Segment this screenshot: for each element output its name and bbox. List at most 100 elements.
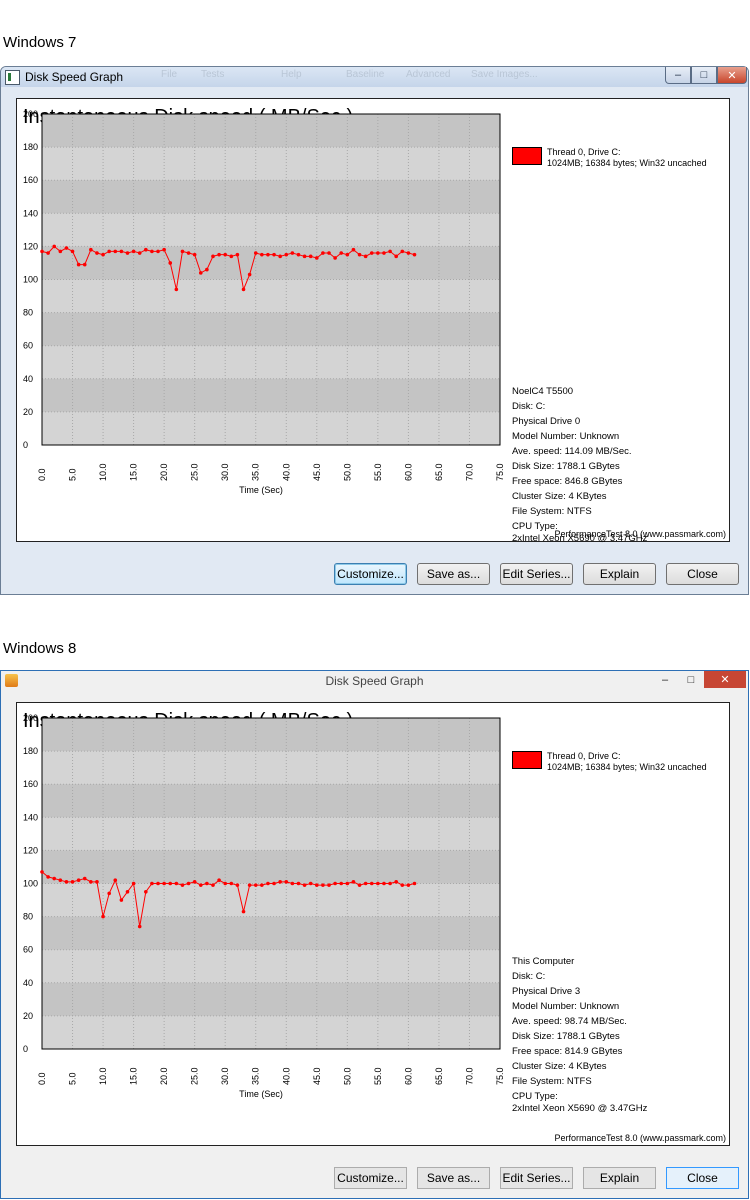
data-point [272, 252, 276, 257]
y-tick-label: 40 [23, 374, 33, 384]
plot-band [42, 114, 500, 148]
x-tick-label: 25.0 [190, 463, 200, 481]
maximize-icon[interactable]: □ [678, 671, 704, 688]
info-disk: Disk: C: [512, 401, 546, 412]
data-point [168, 261, 173, 265]
data-point [315, 256, 319, 260]
legend-swatch [512, 751, 542, 769]
info-ave-speed: Ave. speed: 98.74 MB/Sec. [512, 1016, 627, 1027]
x-tick-label: 5.0 [68, 1072, 78, 1085]
data-point [229, 254, 234, 259]
save-as-button[interactable]: Save as... [417, 1167, 490, 1189]
data-point [363, 881, 368, 886]
legend-series-details: 1024MB; 16384 bytes; Win32 uncached [547, 762, 707, 772]
data-point [333, 881, 337, 886]
y-tick-label: 20 [23, 407, 33, 417]
y-tick-label: 100 [23, 879, 38, 889]
minimize-icon[interactable]: – [665, 67, 691, 84]
x-tick-label: 40.0 [281, 1067, 291, 1085]
credit-text: PerformanceTest 8.0 (www.passmark.com) [554, 529, 726, 539]
explain-button[interactable]: Explain [583, 1167, 656, 1189]
data-point [58, 249, 63, 254]
legend-series-name: Thread 0, Drive C: [547, 751, 621, 761]
x-tick-label: 20.0 [159, 1067, 169, 1085]
y-tick-label: 40 [23, 978, 33, 988]
x-tick-label: 45.0 [312, 463, 322, 481]
y-tick-label: 140 [23, 812, 38, 822]
x-tick-label: 55.0 [373, 1067, 383, 1085]
customize-button[interactable]: Customize... [334, 1167, 407, 1189]
maximize-icon[interactable]: □ [691, 67, 717, 84]
data-point [223, 252, 227, 257]
x-tick-label: 15.0 [129, 463, 139, 481]
data-point [46, 251, 50, 255]
data-point [278, 254, 282, 259]
x-axis-label: Time (Sec) [239, 1089, 283, 1099]
data-point [406, 883, 411, 887]
save-as-button[interactable]: Save as... [417, 563, 490, 585]
data-point [211, 883, 215, 887]
data-point [315, 883, 319, 887]
data-point [223, 881, 227, 886]
close-icon[interactable]: ✕ [704, 671, 746, 688]
titlebar[interactable]: Disk Speed Graph File Tests Help Baselin… [1, 67, 748, 87]
x-tick-label: 60.0 [403, 463, 413, 481]
titlebar[interactable]: Disk Speed Graph – □ ✕ [1, 671, 748, 691]
plot-band [42, 784, 500, 818]
data-point [394, 880, 398, 884]
data-point [327, 251, 331, 255]
data-point [284, 880, 289, 884]
data-point [76, 262, 81, 267]
minimize-icon[interactable]: – [652, 671, 678, 688]
x-tick-label: 35.0 [251, 1067, 261, 1085]
close-icon[interactable]: ✕ [717, 67, 747, 84]
legend-series-details: 1024MB; 16384 bytes; Win32 uncached [547, 158, 707, 168]
customize-button[interactable]: Customize... [334, 563, 407, 585]
info-cpu-model: 2xIntel Xeon X5690 @ 3.47GHz [512, 1103, 648, 1114]
info-cluster-size: Cluster Size: 4 KBytes [512, 1061, 607, 1072]
y-tick-label: 120 [23, 241, 38, 251]
data-point [290, 251, 295, 255]
close-button[interactable]: Close [666, 1167, 739, 1189]
x-tick-label: 30.0 [220, 463, 230, 481]
data-point [376, 251, 380, 255]
x-tick-label: 70.0 [464, 463, 474, 481]
y-tick-label: 80 [23, 912, 33, 922]
data-point [119, 249, 124, 254]
info-machine: This Computer [512, 956, 575, 967]
x-tick-label: 50.0 [342, 463, 352, 481]
data-point [70, 249, 75, 254]
info-ave-speed: Ave. speed: 114.09 MB/Sec. [512, 446, 632, 457]
data-point [144, 247, 148, 252]
data-point [52, 244, 57, 249]
edit-series-button[interactable]: Edit Series... [500, 563, 573, 585]
data-point [321, 883, 325, 887]
data-point [113, 878, 118, 882]
edit-series-button[interactable]: Edit Series... [500, 1167, 573, 1189]
data-point [125, 251, 130, 255]
data-point [70, 880, 75, 884]
data-point [412, 252, 417, 257]
explain-button[interactable]: Explain [583, 563, 656, 585]
data-point [186, 881, 191, 886]
data-point [186, 251, 191, 255]
close-button[interactable]: Close [666, 563, 739, 585]
data-point [388, 881, 392, 886]
info-machine: NoelC4 T5500 [512, 386, 574, 397]
data-point [382, 881, 386, 886]
data-point [101, 914, 105, 919]
data-point [40, 249, 44, 254]
background-menu-item: Advanced [406, 69, 451, 80]
data-point [345, 252, 350, 257]
data-point [266, 881, 270, 886]
y-tick-label: 160 [23, 175, 38, 185]
data-point [95, 251, 99, 255]
data-point [345, 881, 350, 886]
plot-band [42, 378, 500, 412]
info-free-space: Free space: 846.8 GBytes [512, 476, 623, 487]
data-point [144, 889, 148, 894]
info-model-number: Model Number: Unknown [512, 431, 620, 442]
data-point [327, 883, 331, 887]
data-point [52, 876, 57, 881]
data-point [333, 256, 337, 260]
